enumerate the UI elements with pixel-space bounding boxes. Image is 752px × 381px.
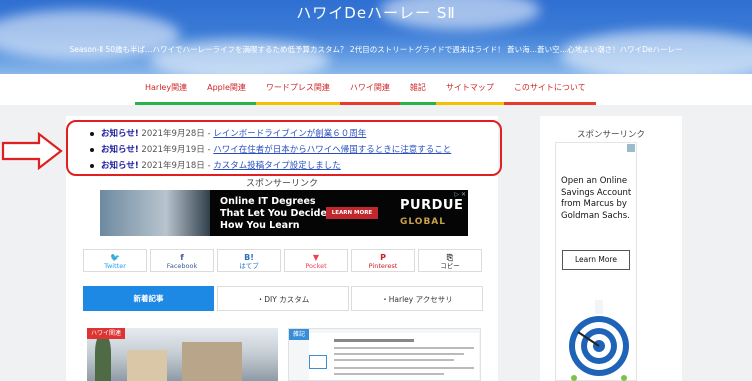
nav-item-label: 雑記 bbox=[409, 83, 426, 92]
share-label: はてブ bbox=[239, 262, 259, 270]
notice-item: お知らせ! 2021年9月28日 - レインボードライブインが創業６０周年 bbox=[90, 127, 366, 139]
ad-learn-more-button[interactable]: LEARN MORE bbox=[326, 207, 378, 219]
sponsor-link-heading: スポンサーリンク bbox=[245, 179, 318, 189]
nav-item-harley[interactable]: Harley関連 bbox=[135, 74, 198, 105]
notice-link[interactable]: ハワイ在住者が日本からハワイへ帰国するときに注意すること bbox=[213, 145, 451, 155]
ad-brand-logo: PURDUE bbox=[400, 198, 464, 213]
share-label: コピー bbox=[440, 262, 460, 270]
nav-item-hawaii[interactable]: ハワイ関連 bbox=[339, 74, 400, 105]
bullet-icon bbox=[90, 147, 94, 152]
facebook-icon: f bbox=[180, 253, 184, 262]
notice-date: 2021年9月18日 - bbox=[141, 161, 211, 171]
share-button-pocket[interactable]: ▼ Pocket bbox=[284, 249, 348, 272]
site-description: Season-Ⅱ 50歳も半ば…ハワイでハーレーライフを満喫するため低予算カスタ… bbox=[69, 45, 683, 54]
ad-banner[interactable]: Online IT Degrees That Let You Decide Ho… bbox=[100, 190, 468, 236]
ad-choices-icon[interactable] bbox=[627, 144, 635, 152]
share-button-copy[interactable]: ⎘ コピー bbox=[418, 249, 482, 272]
nav-item-label: Harley関連 bbox=[145, 83, 188, 92]
notice-item: お知らせ! 2021年9月19日 - ハワイ在住者が日本からハワイへ帰国するとき… bbox=[90, 143, 451, 155]
nav-item-label: このサイトについて bbox=[513, 83, 586, 92]
card-building-image bbox=[182, 342, 242, 381]
share-label: Pinterest bbox=[368, 262, 398, 270]
ad-photo bbox=[100, 190, 210, 236]
ad-headline-line: That Let You Decide bbox=[220, 208, 327, 219]
pocket-icon: ▼ bbox=[312, 253, 320, 262]
notice-box: お知らせ! 2021年9月28日 - レインボードライブインが創業６０周年 お知… bbox=[66, 120, 502, 176]
nav-item-label: ワードプレス関連 bbox=[265, 83, 330, 92]
notice-date: 2021年9月19日 - bbox=[141, 145, 211, 155]
arrow-annotation-icon bbox=[1, 132, 63, 170]
card-palm-image bbox=[95, 334, 111, 381]
notice-item: お知らせ! 2021年9月18日 - カスタム投稿タイプ設定しました bbox=[90, 159, 341, 171]
article-card[interactable]: 雑記 bbox=[288, 328, 481, 381]
nav-item-sitemap[interactable]: サイトマップ bbox=[435, 74, 504, 105]
bullet-icon bbox=[90, 163, 94, 168]
twitter-icon: 🐦 bbox=[110, 253, 120, 262]
notice-date: 2021年9月28日 - bbox=[141, 129, 211, 139]
global-nav: Harley関連 Apple関連 ワードプレス関連 ハワイ関連 雑記 サイトマッ… bbox=[0, 74, 752, 105]
share-label: Pocket bbox=[305, 262, 327, 270]
nav-item-wordpress[interactable]: ワードプレス関連 bbox=[255, 74, 340, 105]
article-card[interactable]: ハワイ関連 bbox=[87, 328, 278, 381]
notice-label: お知らせ! bbox=[101, 161, 139, 171]
card-category-tag: 雑記 bbox=[289, 329, 310, 340]
nav-item-about[interactable]: このサイトについて bbox=[503, 74, 596, 105]
ad-headline-line: How You Learn bbox=[220, 220, 300, 231]
tab-new-articles[interactable]: 新着記事 bbox=[83, 286, 214, 311]
nav-item-label: サイトマップ bbox=[445, 83, 494, 92]
sidebar-ad-text: Open an Online Savings Account from Marc… bbox=[561, 176, 632, 221]
share-label: Twitter bbox=[104, 262, 126, 270]
nav-item-label: Apple関連 bbox=[207, 83, 246, 92]
share-button-facebook[interactable]: f Facebook bbox=[150, 249, 214, 272]
ad-brand-sub: GLOBAL bbox=[400, 217, 447, 227]
notice-label: お知らせ! bbox=[101, 129, 139, 139]
bullet-icon bbox=[90, 131, 94, 136]
notice-label: お知らせ! bbox=[101, 145, 139, 155]
nav-item-label: ハワイ関連 bbox=[349, 83, 390, 92]
notice-link[interactable]: レインボードライブインが創業６０周年 bbox=[213, 129, 366, 139]
share-button-pinterest[interactable]: P Pinterest bbox=[351, 249, 415, 272]
nav-item-apple[interactable]: Apple関連 bbox=[197, 74, 256, 105]
sidebar-ad-learn-more-button[interactable]: Learn More bbox=[562, 250, 630, 270]
card-building-image bbox=[127, 350, 167, 381]
card-category-tag: ハワイ関連 bbox=[87, 328, 126, 339]
nav-item-misc[interactable]: 雑記 bbox=[399, 74, 436, 105]
tab-diy-custom[interactable]: ・DIY カスタム bbox=[217, 286, 349, 311]
card-screenshot-image bbox=[309, 333, 479, 380]
target-illustration-icon bbox=[569, 300, 629, 381]
sidebar-sponsor-heading: スポンサーリンク bbox=[576, 130, 645, 140]
site-header: ハワイDeハーレー SⅡ Season-Ⅱ 50歳も半ば…ハワイでハーレーライフ… bbox=[0, 0, 752, 74]
ad-headline-line: Online IT Degrees bbox=[220, 196, 316, 207]
copy-icon: ⎘ bbox=[446, 253, 454, 262]
site-title[interactable]: ハワイDeハーレー SⅡ bbox=[0, 2, 752, 23]
share-button-twitter[interactable]: 🐦 Twitter bbox=[83, 249, 147, 272]
tab-harley-accessory[interactable]: ・Harley アクセサリ bbox=[351, 286, 483, 311]
share-label: Facebook bbox=[166, 262, 198, 270]
notice-link[interactable]: カスタム投稿タイプ設定しました bbox=[213, 161, 341, 171]
ad-headline: Online IT Degrees That Let You Decide Ho… bbox=[220, 196, 327, 232]
pinterest-icon: P bbox=[380, 253, 386, 262]
ad-choices-icon[interactable]: ▷ ✕ bbox=[454, 191, 466, 198]
hatena-icon: B! bbox=[244, 253, 254, 262]
share-button-hatena[interactable]: B! はてブ bbox=[217, 249, 281, 272]
